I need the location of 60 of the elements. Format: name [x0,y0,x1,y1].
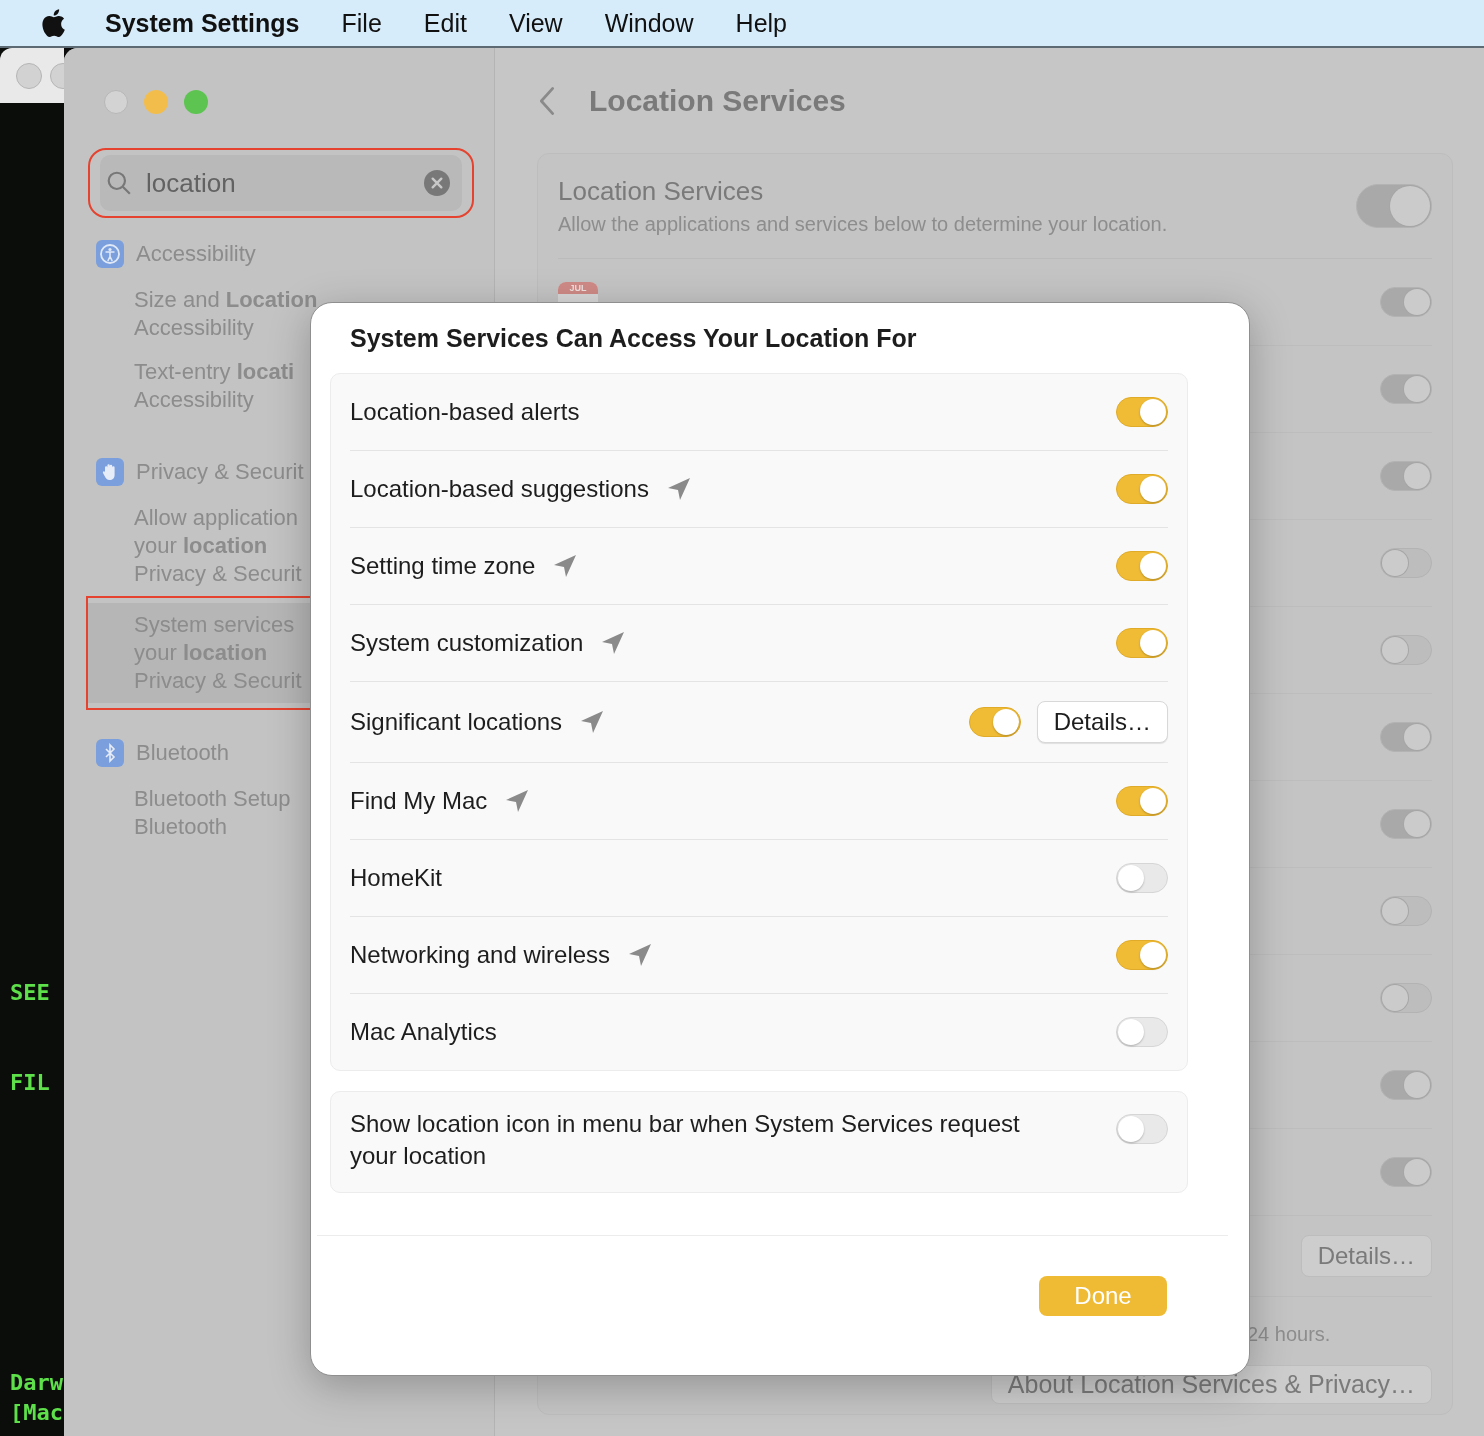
toggle-switch[interactable] [1116,628,1168,658]
terminal-text: FIL [9,1069,51,1097]
menu-item[interactable]: View [508,8,563,38]
toggle-switch[interactable] [968,707,1021,737]
terminal-text: SEE [9,979,51,1007]
setting-label: Show location icon in menu bar when System Services request your location [350,1109,1021,1171]
toggle-switch[interactable] [1356,184,1432,228]
close-button[interactable] [104,90,128,114]
calendar-month: JUL [558,282,598,294]
toggle-switch[interactable] [1380,809,1432,839]
page-title: Location Services [589,83,846,118]
menu-item[interactable]: Edit [423,8,467,38]
bluetooth-icon [96,739,124,767]
accessibility-icon [96,240,124,268]
service-label: Location-based alerts [350,398,580,426]
minimize-button[interactable] [144,90,168,114]
toggle-switch[interactable] [1116,1114,1168,1144]
search-field[interactable]: location [100,155,462,211]
toggle-switch[interactable] [1380,896,1432,926]
hand-icon [96,458,124,486]
search-icon [106,170,132,196]
toggle-switch[interactable] [1116,940,1168,970]
menu-item[interactable]: File [341,8,382,38]
search-text[interactable]: location [146,167,410,199]
done-button[interactable]: Done [1039,1276,1167,1316]
app-menu[interactable]: System Settings [105,8,300,38]
service-label: Networking and wireless [350,941,611,969]
toggle-switch[interactable] [1116,474,1168,504]
apple-logo-icon [40,8,66,38]
toggle-switch[interactable] [1380,374,1432,404]
service-label: Setting time zone [350,552,536,580]
terminal-text: Darw [9,1369,64,1397]
sheet-title: System Services Can Access Your Location For [349,323,918,354]
toggle-switch[interactable] [1380,461,1432,491]
toggle-switch[interactable] [1116,1017,1168,1047]
toggle-switch[interactable] [1380,983,1432,1013]
toggle-switch[interactable] [1380,635,1432,665]
service-label: HomeKit [350,864,443,892]
toggle-switch[interactable] [1116,863,1168,893]
details-button[interactable]: Details… [1036,701,1168,743]
toggle-switch[interactable] [1380,1070,1432,1100]
toggle-switch[interactable] [1116,397,1168,427]
service-label: Location-based suggestions [350,475,649,503]
service-label: Find My Mac [350,787,488,815]
service-label: Mac Analytics [350,1018,497,1046]
service-label: Significant locations [350,708,563,736]
zoom-button[interactable] [184,90,208,114]
details-button[interactable]: Details… [1300,1235,1432,1277]
toggle-switch[interactable] [1380,1157,1432,1187]
terminal-text: [Mac [9,1399,64,1427]
toggle-switch[interactable] [1380,287,1432,317]
setting-title: Location Services [558,176,765,207]
clear-icon [424,170,450,196]
toggle-switch[interactable] [1380,548,1432,578]
back-chevron-icon [539,85,555,116]
toggle-switch[interactable] [1116,786,1168,816]
toggle-switch[interactable] [1380,722,1432,752]
menu-item[interactable]: Window [604,8,694,38]
menu-item[interactable]: Help [735,8,787,38]
toggle-switch[interactable] [1116,551,1168,581]
